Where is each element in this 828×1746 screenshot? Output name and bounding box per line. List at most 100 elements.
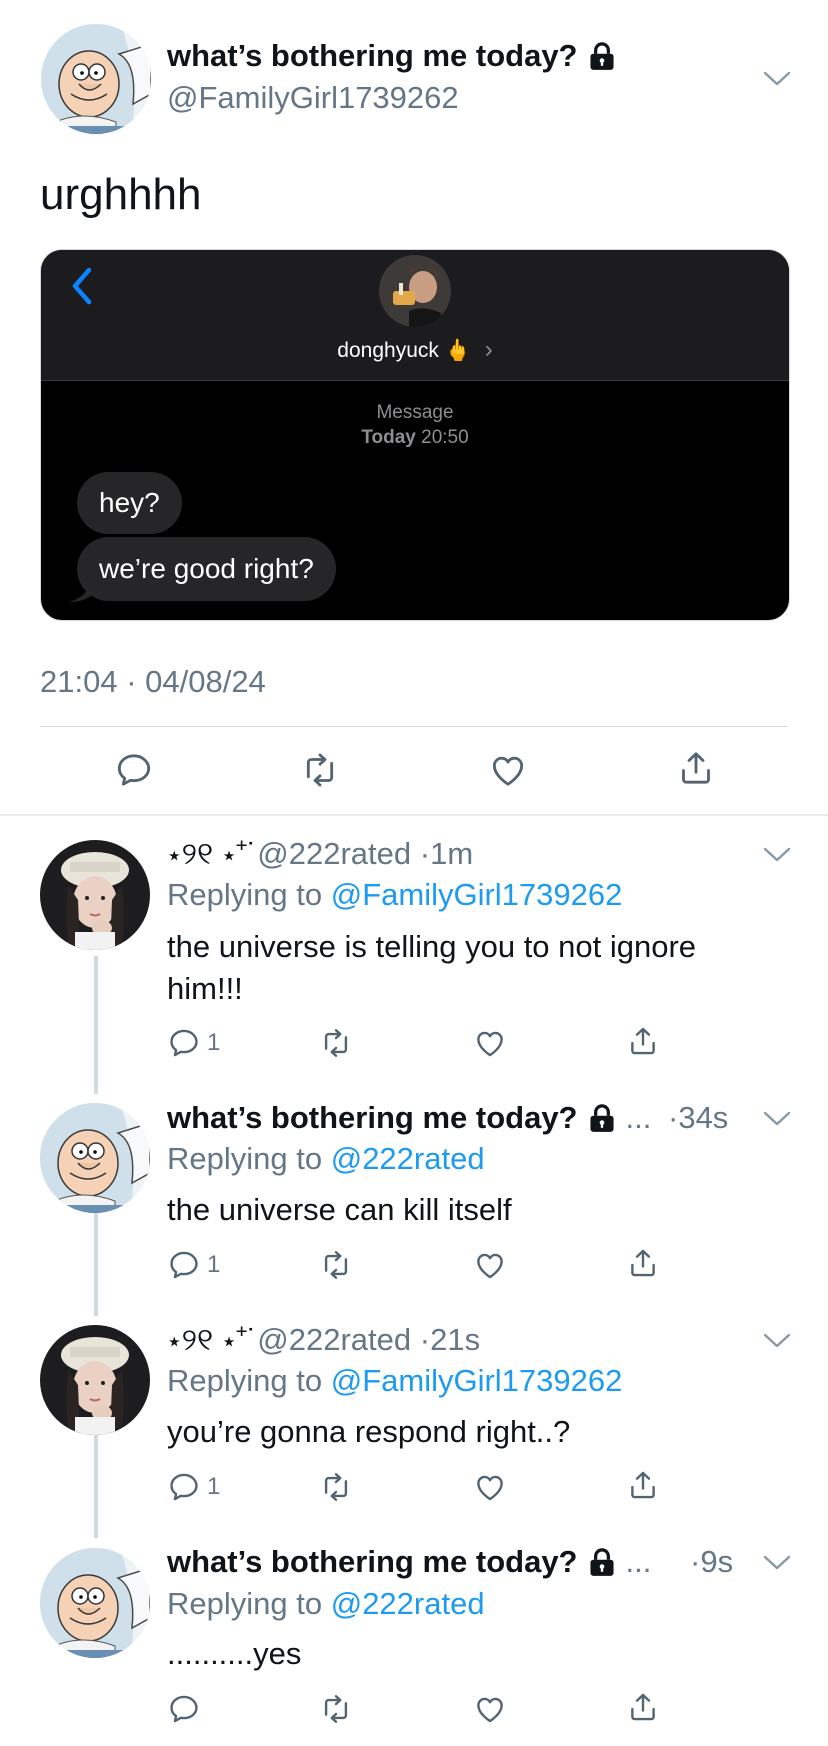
author-row: what’s bothering me today? bbox=[167, 38, 616, 74]
reply-text: the universe is telling you to not ignor… bbox=[167, 929, 697, 1006]
replying-to: Replying to @222rated bbox=[167, 1141, 485, 1177]
tweet-timestamp: 21:04 · 04/08/24 bbox=[40, 664, 266, 699]
retweet-icon[interactable] bbox=[319, 1026, 353, 1060]
lock-icon bbox=[588, 1547, 616, 1577]
message-bubble[interactable]: hey? bbox=[77, 472, 182, 534]
reply-header: what’s bothering me today? ... bbox=[167, 1100, 651, 1136]
reply-time: 21s bbox=[430, 1322, 481, 1357]
avatar[interactable] bbox=[40, 1103, 150, 1213]
back-icon[interactable] bbox=[69, 266, 95, 306]
message-day: Today bbox=[361, 427, 416, 448]
retweet-icon[interactable] bbox=[319, 1692, 353, 1726]
replying-to-handle[interactable]: @FamilyGirl1739262 bbox=[331, 877, 623, 912]
reply-time: 9s bbox=[700, 1544, 734, 1579]
reply-header: ⋆୨୧ ⋆⁺˙@222rated ·21s bbox=[167, 1322, 480, 1359]
contact-name-row[interactable]: donghyuck 🖕 › bbox=[41, 336, 789, 364]
heart-icon[interactable] bbox=[473, 1026, 507, 1060]
heart-icon[interactable] bbox=[473, 1248, 507, 1282]
bubble-tail bbox=[69, 578, 93, 602]
reply-time-row: ·9s bbox=[690, 1544, 733, 1580]
avatar[interactable] bbox=[41, 24, 151, 134]
heart-icon[interactable] bbox=[488, 750, 528, 790]
chevron-down-icon[interactable] bbox=[762, 1108, 792, 1128]
reply-count: 1 bbox=[207, 1029, 221, 1056]
replying-to: Replying to @FamilyGirl1739262 bbox=[167, 1363, 622, 1399]
avatar[interactable] bbox=[40, 840, 150, 950]
replying-to: Replying to @222rated bbox=[167, 1586, 485, 1622]
share-icon[interactable] bbox=[626, 1246, 660, 1280]
thread-line bbox=[94, 1210, 98, 1316]
reply-icon bbox=[167, 1470, 201, 1504]
reply-time: 1m bbox=[430, 836, 474, 871]
replying-to-label: Replying to bbox=[167, 1141, 323, 1176]
reply-icon bbox=[167, 1026, 201, 1060]
chevron-down-icon[interactable] bbox=[762, 844, 792, 864]
reply-count: 1 bbox=[207, 1251, 221, 1278]
lock-icon bbox=[588, 41, 616, 71]
reply-header: what’s bothering me today? ... bbox=[167, 1544, 651, 1580]
reply-text: ..........yes bbox=[167, 1636, 302, 1671]
chevron-down-icon[interactable] bbox=[762, 1552, 792, 1572]
contact-chevron-icon: › bbox=[484, 336, 493, 363]
contact-avatar[interactable] bbox=[379, 255, 451, 327]
reply-author-handle[interactable]: @222rated bbox=[257, 1322, 411, 1357]
separator-dot: · bbox=[690, 1544, 701, 1579]
reply-text: you’re gonna respond right..? bbox=[167, 1414, 571, 1449]
lock-icon bbox=[588, 1103, 616, 1133]
replying-to-label: Replying to bbox=[167, 877, 323, 912]
share-icon[interactable] bbox=[626, 1468, 660, 1502]
reply-button[interactable]: 1 bbox=[167, 1470, 220, 1504]
chevron-down-icon[interactable] bbox=[762, 1330, 792, 1350]
replying-to-handle[interactable]: @222rated bbox=[331, 1141, 485, 1176]
replying-to-handle[interactable]: @FamilyGirl1739262 bbox=[331, 1363, 623, 1398]
heart-icon[interactable] bbox=[473, 1692, 507, 1726]
reply-time: 34s bbox=[678, 1100, 729, 1135]
heart-icon[interactable] bbox=[473, 1470, 507, 1504]
reply-author-name[interactable]: what’s bothering me today? bbox=[167, 1100, 578, 1136]
message-service-label: Message bbox=[376, 402, 454, 423]
thread-line bbox=[94, 956, 98, 1094]
replying-to-label: Replying to bbox=[167, 1363, 323, 1398]
avatar-image bbox=[41, 24, 151, 134]
share-icon[interactable] bbox=[626, 1690, 660, 1724]
avatar-image bbox=[40, 840, 150, 950]
replying-to-label: Replying to bbox=[167, 1586, 323, 1621]
message-bubble[interactable]: we’re good right? bbox=[77, 537, 336, 601]
reply-author-name[interactable]: what’s bothering me today? bbox=[167, 1544, 578, 1580]
reply-time-row: ·34s bbox=[668, 1100, 728, 1136]
reply-author-name[interactable]: ⋆୨୧ ⋆⁺˙ bbox=[167, 836, 257, 871]
retweet-icon[interactable] bbox=[319, 1470, 353, 1504]
author-name[interactable]: what’s bothering me today? bbox=[167, 38, 578, 74]
avatar[interactable] bbox=[40, 1325, 150, 1435]
reply-button[interactable]: 1 bbox=[167, 1026, 220, 1060]
separator-dot: · bbox=[419, 1322, 431, 1357]
replying-to-handle[interactable]: @222rated bbox=[331, 1586, 485, 1621]
avatar-image bbox=[40, 1103, 150, 1213]
reply-header: ⋆୨୧ ⋆⁺˙@222rated ·1m bbox=[167, 836, 473, 873]
chevron-down-icon[interactable] bbox=[762, 68, 792, 88]
avatar-image bbox=[40, 1548, 150, 1658]
separator-dot: · bbox=[419, 836, 431, 871]
separator-dot: · bbox=[668, 1100, 679, 1135]
contact-photo bbox=[379, 255, 451, 327]
section-divider bbox=[0, 814, 828, 816]
replying-to: Replying to @FamilyGirl1739262 bbox=[167, 877, 622, 913]
reply-icon[interactable] bbox=[167, 1692, 201, 1726]
reply-author-handle[interactable]: @222rated bbox=[257, 836, 411, 871]
retweet-icon[interactable] bbox=[319, 1248, 353, 1282]
share-icon[interactable] bbox=[676, 748, 716, 788]
message-time: 20:50 bbox=[421, 427, 469, 448]
reply-author-name[interactable]: ⋆୨୧ ⋆⁺˙ bbox=[167, 1322, 257, 1357]
share-icon[interactable] bbox=[626, 1024, 660, 1058]
retweet-icon[interactable] bbox=[300, 750, 340, 790]
author-handle[interactable]: @FamilyGirl1739262 bbox=[167, 80, 459, 116]
contact-name: donghyuck 🖕 bbox=[337, 339, 471, 362]
reply-text: the universe can kill itself bbox=[167, 1192, 512, 1227]
attached-image[interactable]: donghyuck 🖕 › Message Today 20:50 hey? w… bbox=[40, 249, 790, 621]
reply-icon[interactable] bbox=[114, 750, 154, 790]
reply-button[interactable]: 1 bbox=[167, 1248, 220, 1282]
message-date-label: Today 20:50 bbox=[41, 427, 789, 449]
divider bbox=[40, 726, 788, 727]
tweet-text: urghhhh bbox=[40, 170, 202, 219]
avatar[interactable] bbox=[40, 1548, 150, 1658]
